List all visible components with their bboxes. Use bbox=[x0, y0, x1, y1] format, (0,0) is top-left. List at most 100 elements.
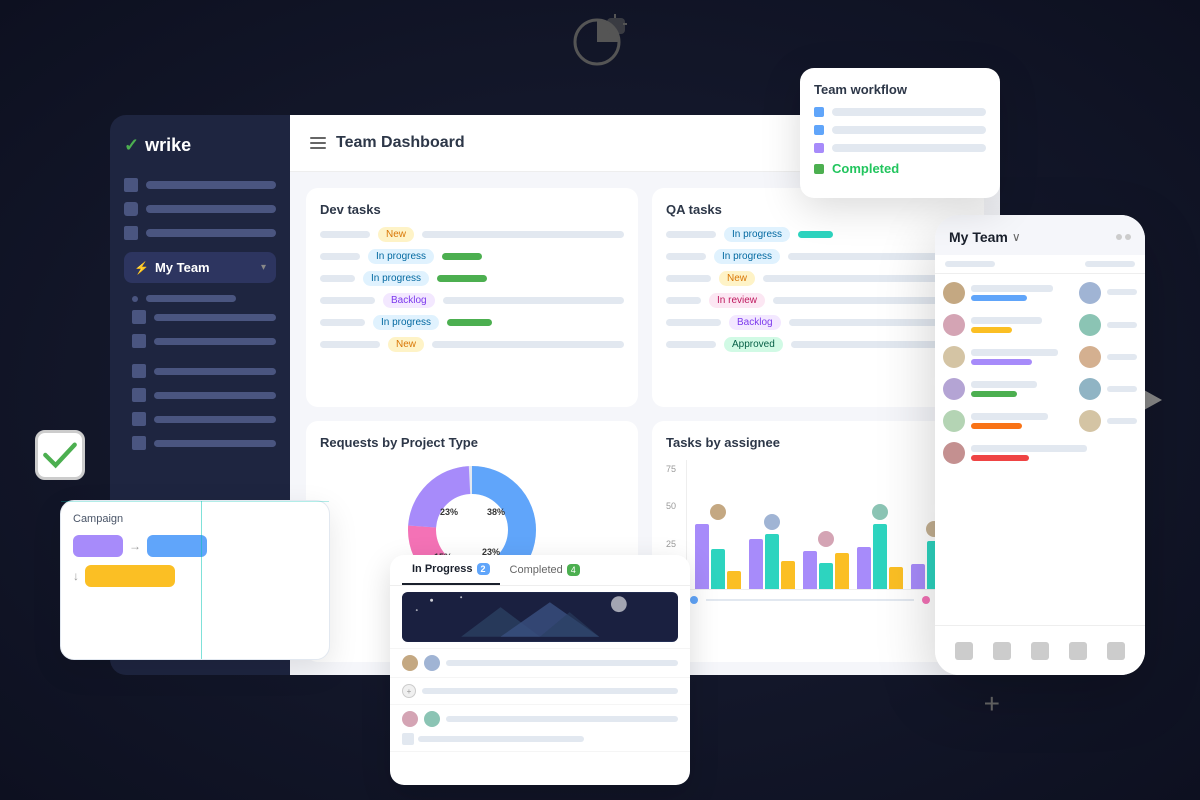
sidebar-sub-section-2[interactable] bbox=[132, 334, 276, 348]
campaign-grid-line-horizontal bbox=[61, 501, 329, 502]
task-panel-item-2 bbox=[390, 649, 690, 678]
mobile-right-bar-4 bbox=[1107, 386, 1137, 392]
dashboard-title: Team Dashboard bbox=[336, 134, 465, 152]
section-label-bar-1 bbox=[154, 314, 276, 321]
mobile-list-item-5[interactable] bbox=[943, 410, 1137, 432]
mobile-avatar-2 bbox=[943, 314, 965, 336]
campaign-card: Campaign → ↓ bbox=[60, 500, 330, 660]
task-row-5: In progress bbox=[320, 315, 624, 330]
hamburger-menu-button[interactable] bbox=[310, 137, 326, 149]
flow-arrow-1: → bbox=[129, 539, 141, 553]
mobile-col-spacer bbox=[1001, 261, 1079, 267]
chart-dot-pink bbox=[922, 596, 930, 604]
ham-line-2 bbox=[310, 142, 326, 144]
chart-dot-row bbox=[666, 596, 970, 604]
mobile-list-item-2[interactable] bbox=[943, 314, 1137, 336]
tasks-panel: In Progress 2 Completed 4 bbox=[390, 555, 690, 785]
mobile-nav-icon-5[interactable] bbox=[1107, 642, 1125, 660]
sidebar-sub-item-1[interactable] bbox=[132, 295, 276, 302]
task-row-3: In progress bbox=[320, 271, 624, 286]
sidebar-nav-item-3[interactable] bbox=[124, 226, 276, 240]
task-panel-item-1 bbox=[390, 586, 690, 649]
bar-group-4 bbox=[857, 524, 903, 589]
home-icon bbox=[124, 178, 138, 192]
mobile-status-bar-6 bbox=[971, 455, 1029, 461]
mobile-nav-icon-2[interactable] bbox=[993, 642, 1011, 660]
mobile-list-item-3[interactable] bbox=[943, 346, 1137, 368]
sidebar-sub-section-3[interactable] bbox=[132, 364, 276, 378]
workflow-bar-1 bbox=[832, 108, 986, 116]
svg-text:38%: 38% bbox=[487, 507, 505, 517]
task-progress-bar-2 bbox=[437, 275, 487, 282]
y-label-50: 50 bbox=[666, 501, 686, 511]
mobile-avatar-5 bbox=[943, 410, 965, 432]
section-icon-4 bbox=[132, 388, 146, 402]
tab-inprogress-label: In Progress bbox=[412, 563, 473, 575]
y-label-25: 25 bbox=[666, 539, 686, 549]
mobile-list-item-6[interactable] bbox=[943, 442, 1137, 464]
task-panel-bar-2 bbox=[422, 688, 678, 694]
mobile-nav-icon-3[interactable] bbox=[1031, 642, 1049, 660]
bar-chart: 75 50 25 0 bbox=[666, 460, 970, 590]
bar-col-3 bbox=[803, 531, 849, 589]
sidebar-nav-item-2[interactable] bbox=[124, 202, 276, 216]
sidebar-sub-section-1[interactable] bbox=[132, 310, 276, 324]
mobile-col-header-2 bbox=[1085, 261, 1135, 267]
tab-completed[interactable]: Completed 4 bbox=[500, 555, 590, 585]
chart-separator bbox=[706, 599, 914, 601]
mobile-name-group-3 bbox=[971, 349, 1073, 365]
bar-avatar-3 bbox=[818, 531, 834, 547]
bar-teal-3 bbox=[819, 563, 833, 589]
sidebar-sub-section-4[interactable] bbox=[132, 388, 276, 402]
task-row-6: New bbox=[320, 337, 624, 352]
mobile-title: My Team bbox=[949, 229, 1008, 245]
qa-row-3: New bbox=[666, 271, 970, 286]
mobile-right-4 bbox=[1107, 386, 1137, 392]
tab-inprogress[interactable]: In Progress 2 bbox=[402, 555, 500, 585]
qa-placeholder-6 bbox=[666, 341, 716, 348]
task-progress-bar-1 bbox=[442, 253, 482, 260]
task-panel-icon-bar bbox=[418, 736, 584, 742]
section-icon-6 bbox=[132, 436, 146, 450]
mobile-name-bar-1 bbox=[971, 285, 1053, 292]
my-team-button[interactable]: ⚡ My Team ▾ bbox=[124, 252, 276, 283]
task-panel-item-3: + bbox=[390, 678, 690, 705]
flow-node-purple bbox=[73, 535, 123, 557]
section-icon-1 bbox=[132, 310, 146, 324]
mobile-list-item-1[interactable] bbox=[943, 282, 1137, 304]
task-mini-avatar-4 bbox=[424, 711, 440, 727]
mobile-body bbox=[935, 274, 1145, 634]
workflow-dot-green bbox=[814, 164, 824, 174]
flow-node-yellow bbox=[85, 565, 175, 587]
mobile-status-bar-4 bbox=[971, 391, 1017, 397]
wrike-logo: ✓ wrike bbox=[124, 135, 276, 156]
task-add-assignee-icon: + bbox=[402, 684, 416, 698]
sidebar-nav-item-1[interactable] bbox=[124, 178, 276, 192]
task-mini-avatar-2 bbox=[424, 655, 440, 671]
mobile-right-bar-5 bbox=[1107, 418, 1137, 424]
mobile-list-item-4[interactable] bbox=[943, 378, 1137, 400]
assignee-chart-title: Tasks by assignee bbox=[666, 435, 970, 450]
sidebar-submenu bbox=[124, 295, 276, 450]
mobile-right-bar-3 bbox=[1107, 354, 1137, 360]
mobile-status-bar-5 bbox=[971, 423, 1022, 429]
bar-yellow-1 bbox=[727, 571, 741, 589]
qa-row-6: Approved bbox=[666, 337, 970, 352]
qa-row-4: In review bbox=[666, 293, 970, 308]
bar-purple-3 bbox=[803, 551, 817, 589]
mobile-status-bar-1 bbox=[971, 295, 1027, 301]
mobile-name-group-4 bbox=[971, 381, 1073, 397]
task-panel-icons bbox=[402, 733, 678, 745]
sidebar-sub-section-5[interactable] bbox=[132, 412, 276, 426]
mobile-avatar-pair-3 bbox=[1079, 346, 1101, 368]
bar-group-3 bbox=[803, 551, 849, 589]
sidebar-sub-section-6[interactable] bbox=[132, 436, 276, 450]
mobile-right-2 bbox=[1107, 322, 1137, 328]
tag-inprogress-1: In progress bbox=[368, 249, 434, 264]
mobile-nav-icon-4[interactable] bbox=[1069, 642, 1087, 660]
qa-tag-new: New bbox=[719, 271, 755, 286]
workflow-item-1 bbox=[814, 107, 986, 117]
qa-bar-1 bbox=[798, 231, 833, 238]
mobile-nav-icon-1[interactable] bbox=[955, 642, 973, 660]
section-icon-3 bbox=[132, 364, 146, 378]
